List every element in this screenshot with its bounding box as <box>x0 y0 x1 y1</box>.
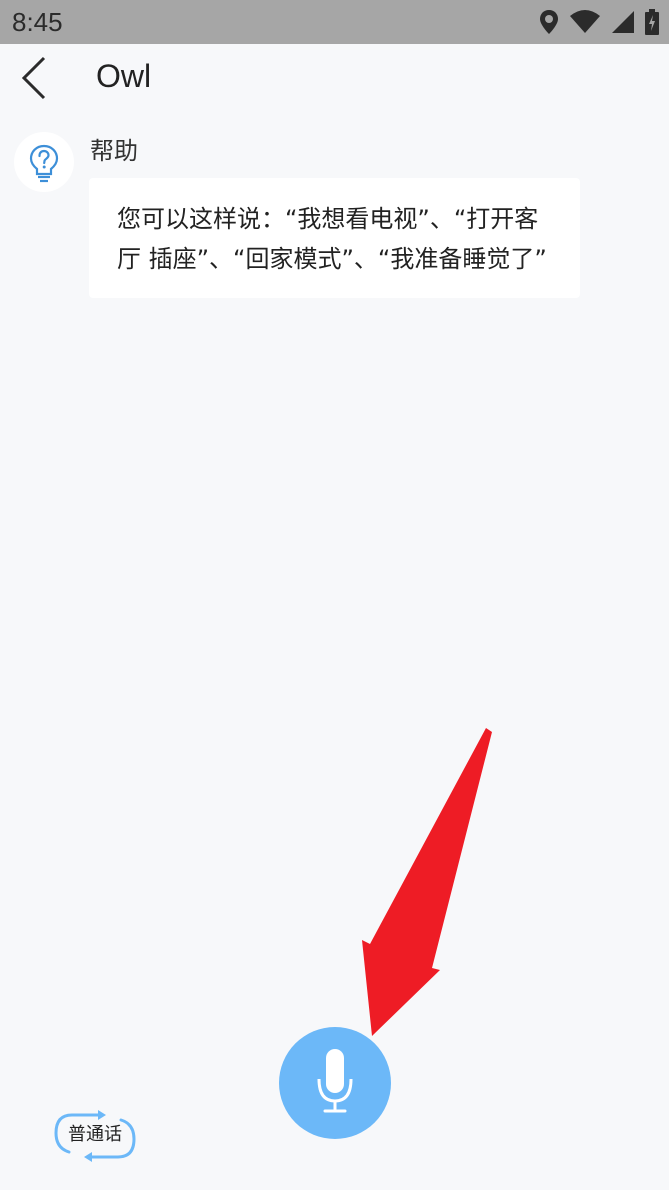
microphone-icon <box>317 1049 353 1113</box>
signal-icon <box>612 11 634 33</box>
status-time: 8:45 <box>12 7 63 37</box>
voice-input-button[interactable] <box>279 1027 391 1139</box>
chevron-left-icon <box>21 56 46 100</box>
help-avatar <box>14 132 74 192</box>
help-message-bubble: 您可以这样说：“我想看电视”、“打开客 厅 插座”、“回家模式”、“我准备睡觉了… <box>89 178 580 298</box>
help-message-line: 您可以这样说：“我想看电视”、“打开客 <box>117 205 539 233</box>
language-label: 普通话 <box>68 1124 122 1145</box>
language-toggle-button[interactable]: 普通话 <box>52 1108 138 1164</box>
app-bar: Owl <box>0 44 669 114</box>
status-icons <box>539 8 659 36</box>
help-message-line: 厅 插座”、“回家模式”、“我准备睡觉了” <box>117 245 547 273</box>
battery-charging-icon <box>645 9 659 35</box>
wifi-icon <box>570 10 600 33</box>
status-bar: 8:45 <box>0 0 669 44</box>
location-icon <box>540 10 558 34</box>
help-label: 帮助 <box>90 137 138 165</box>
page-title: Owl <box>96 58 152 94</box>
lightbulb-question-icon <box>29 144 59 183</box>
back-button[interactable] <box>14 56 58 100</box>
